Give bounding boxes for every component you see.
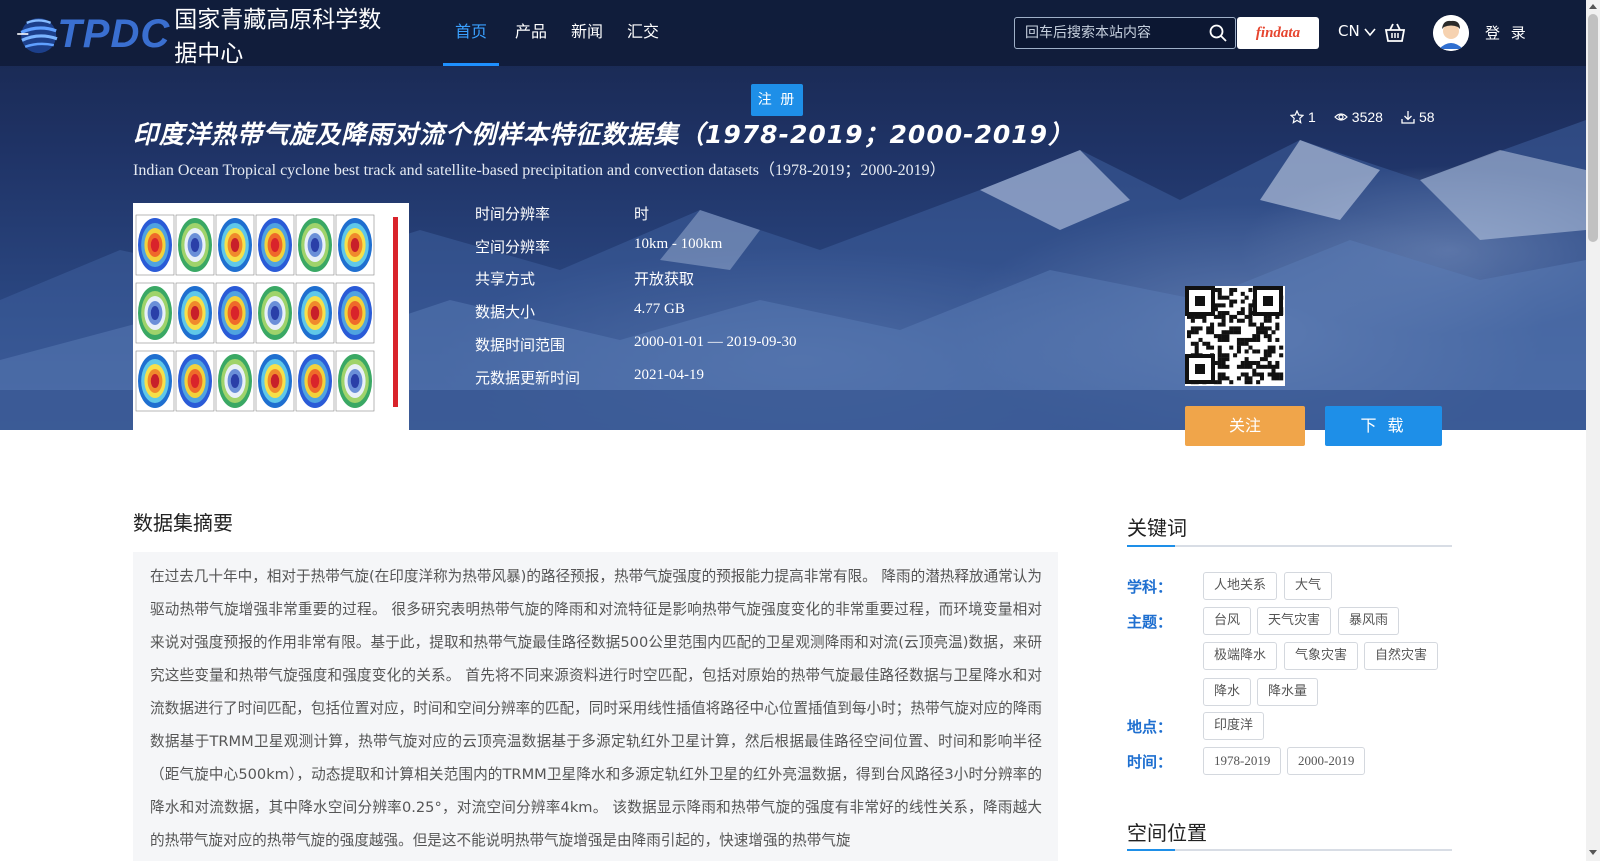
top-nav: TPDC 国家青藏高原科学数据中心 首页 产品 新闻 汇交 findata CN xyxy=(0,0,1586,67)
language-selector[interactable]: CN xyxy=(1338,22,1377,40)
qr-code xyxy=(1185,286,1285,386)
keywords-divider xyxy=(1127,545,1452,547)
follow-label: 关注 xyxy=(1228,416,1261,435)
meta-value: 2021-04-19 xyxy=(634,367,704,383)
qr-code-icon xyxy=(1185,286,1284,385)
page-scrollbar[interactable] xyxy=(1586,0,1600,861)
star-icon xyxy=(1290,110,1304,124)
meta-label: 空间分辨率 xyxy=(475,238,551,256)
login-link[interactable]: 登 录 xyxy=(1485,22,1529,43)
views-count: 3528 xyxy=(1351,109,1383,125)
keyword-tag[interactable]: 1978-2019 xyxy=(1203,747,1282,775)
keyword-tag[interactable]: 2000-2019 xyxy=(1287,747,1366,775)
meta-value: 10km - 100km xyxy=(634,236,723,252)
dataset-thumbnail[interactable] xyxy=(133,203,409,431)
search-box xyxy=(1014,17,1236,49)
login-label: 登 录 xyxy=(1485,24,1529,42)
follow-button[interactable]: 关注 xyxy=(1185,406,1305,446)
user-avatar-icon xyxy=(1433,15,1469,51)
keyword-label-discipline: 学科： xyxy=(1127,578,1173,596)
keyword-tag[interactable]: 印度洋 xyxy=(1203,712,1265,740)
meta-value: 4.77 GB xyxy=(634,301,685,317)
eye-icon xyxy=(1333,113,1348,121)
meta-label: 共享方式 xyxy=(475,270,536,288)
views-stat: 3528 xyxy=(1333,109,1383,125)
dataset-title-cn: 印度洋热带气旋及降雨对流个例样本特征数据集（1978-2019；2000-201… xyxy=(133,120,1075,149)
keyword-tag[interactable]: 自然灾害 xyxy=(1364,642,1439,670)
keyword-label-time: 时间： xyxy=(1127,753,1173,771)
downloads-count: 58 xyxy=(1418,109,1435,125)
download-label: 下 载 xyxy=(1360,416,1407,435)
keyword-tag[interactable]: 降水量 xyxy=(1257,678,1319,706)
register-button[interactable]: 注 册 xyxy=(751,84,803,116)
keyword-tag[interactable]: 极端降水 xyxy=(1203,642,1278,670)
avatar[interactable] xyxy=(1433,15,1469,51)
keyword-tag[interactable]: 大气 xyxy=(1284,572,1333,600)
page: TPDC 国家青藏高原科学数据中心 首页 产品 新闻 汇交 findata CN xyxy=(0,0,1600,861)
download-icon xyxy=(1401,111,1415,124)
search-input[interactable] xyxy=(1025,18,1205,48)
logo-latin: TPDC xyxy=(57,11,171,56)
keyword-tag[interactable]: 人地关系 xyxy=(1203,572,1278,600)
cart-icon[interactable] xyxy=(1384,22,1406,44)
meta-value: 时 xyxy=(634,205,650,223)
nav-item-label: 产品 xyxy=(514,22,547,41)
dataset-stats: 1 3528 58 xyxy=(1290,109,1435,125)
nav-item-label: 汇交 xyxy=(626,22,659,41)
spatial-divider xyxy=(1127,849,1452,851)
keyword-label-location: 地点： xyxy=(1127,718,1173,736)
findata-button[interactable]: findata xyxy=(1237,17,1319,49)
meta-label: 数据大小 xyxy=(475,303,536,321)
download-button[interactable]: 下 载 xyxy=(1325,406,1442,446)
abstract-box: 在过去几十年中，相对于热带气旋(在印度洋称为热带风暴)的路径预报，热带气旋强度的… xyxy=(133,552,1058,861)
abstract-heading: 数据集摘要 xyxy=(133,511,233,535)
nav-item-home[interactable]: 首页 xyxy=(443,0,499,66)
scroll-up-arrow-icon[interactable] xyxy=(1589,4,1597,9)
dataset-title-en: Indian Ocean Tropical cyclone best track… xyxy=(133,162,946,179)
nav-item-submit[interactable]: 汇交 xyxy=(623,0,663,66)
nav-item-label: 首页 xyxy=(454,22,487,41)
scroll-thumb[interactable] xyxy=(1588,14,1598,242)
globe-logo-icon xyxy=(17,18,58,54)
keyword-tag[interactable]: 气象灾害 xyxy=(1284,642,1359,670)
favorites-stat[interactable]: 1 xyxy=(1290,109,1316,125)
nav-item-products[interactable]: 产品 xyxy=(511,0,551,66)
thumbnail-figure xyxy=(135,214,398,412)
meta-value: 开放获取 xyxy=(634,270,695,288)
meta-label: 数据时间范围 xyxy=(475,336,566,354)
register-label: 注 册 xyxy=(757,92,797,108)
keyword-tag[interactable]: 台风 xyxy=(1203,607,1252,635)
chevron-down-icon xyxy=(1364,27,1377,36)
favorites-count: 1 xyxy=(1308,109,1316,125)
downloads-stat: 58 xyxy=(1401,109,1435,125)
keyword-tag[interactable]: 暴风雨 xyxy=(1338,607,1400,635)
keywords-heading: 关键词 xyxy=(1127,516,1187,540)
nav-item-label: 新闻 xyxy=(570,22,603,41)
abstract-text: 在过去几十年中，相对于热带气旋(在印度洋称为热带风暴)的路径预报，热带气旋强度的… xyxy=(150,568,1042,849)
keyword-tag[interactable]: 降水 xyxy=(1203,678,1252,706)
meta-label: 时间分辨率 xyxy=(475,205,551,223)
meta-value: 2000-01-01 — 2019-09-30 xyxy=(634,334,797,350)
search-icon[interactable] xyxy=(1209,24,1227,42)
language-label: CN xyxy=(1338,22,1360,40)
nav-item-news[interactable]: 新闻 xyxy=(567,0,607,66)
spatial-heading: 空间位置 xyxy=(1127,821,1207,845)
scroll-down-arrow-icon[interactable] xyxy=(1589,850,1597,855)
site-logo[interactable]: TPDC 国家青藏高原科学数据中心 xyxy=(14,4,394,67)
keyword-label-theme: 主题： xyxy=(1127,613,1173,631)
keyword-tag[interactable]: 天气灾害 xyxy=(1257,607,1332,635)
findata-label: findata xyxy=(1255,25,1301,41)
meta-label: 元数据更新时间 xyxy=(475,369,581,387)
logo-chinese-name: 国家青藏高原科学数据中心 xyxy=(174,7,382,67)
